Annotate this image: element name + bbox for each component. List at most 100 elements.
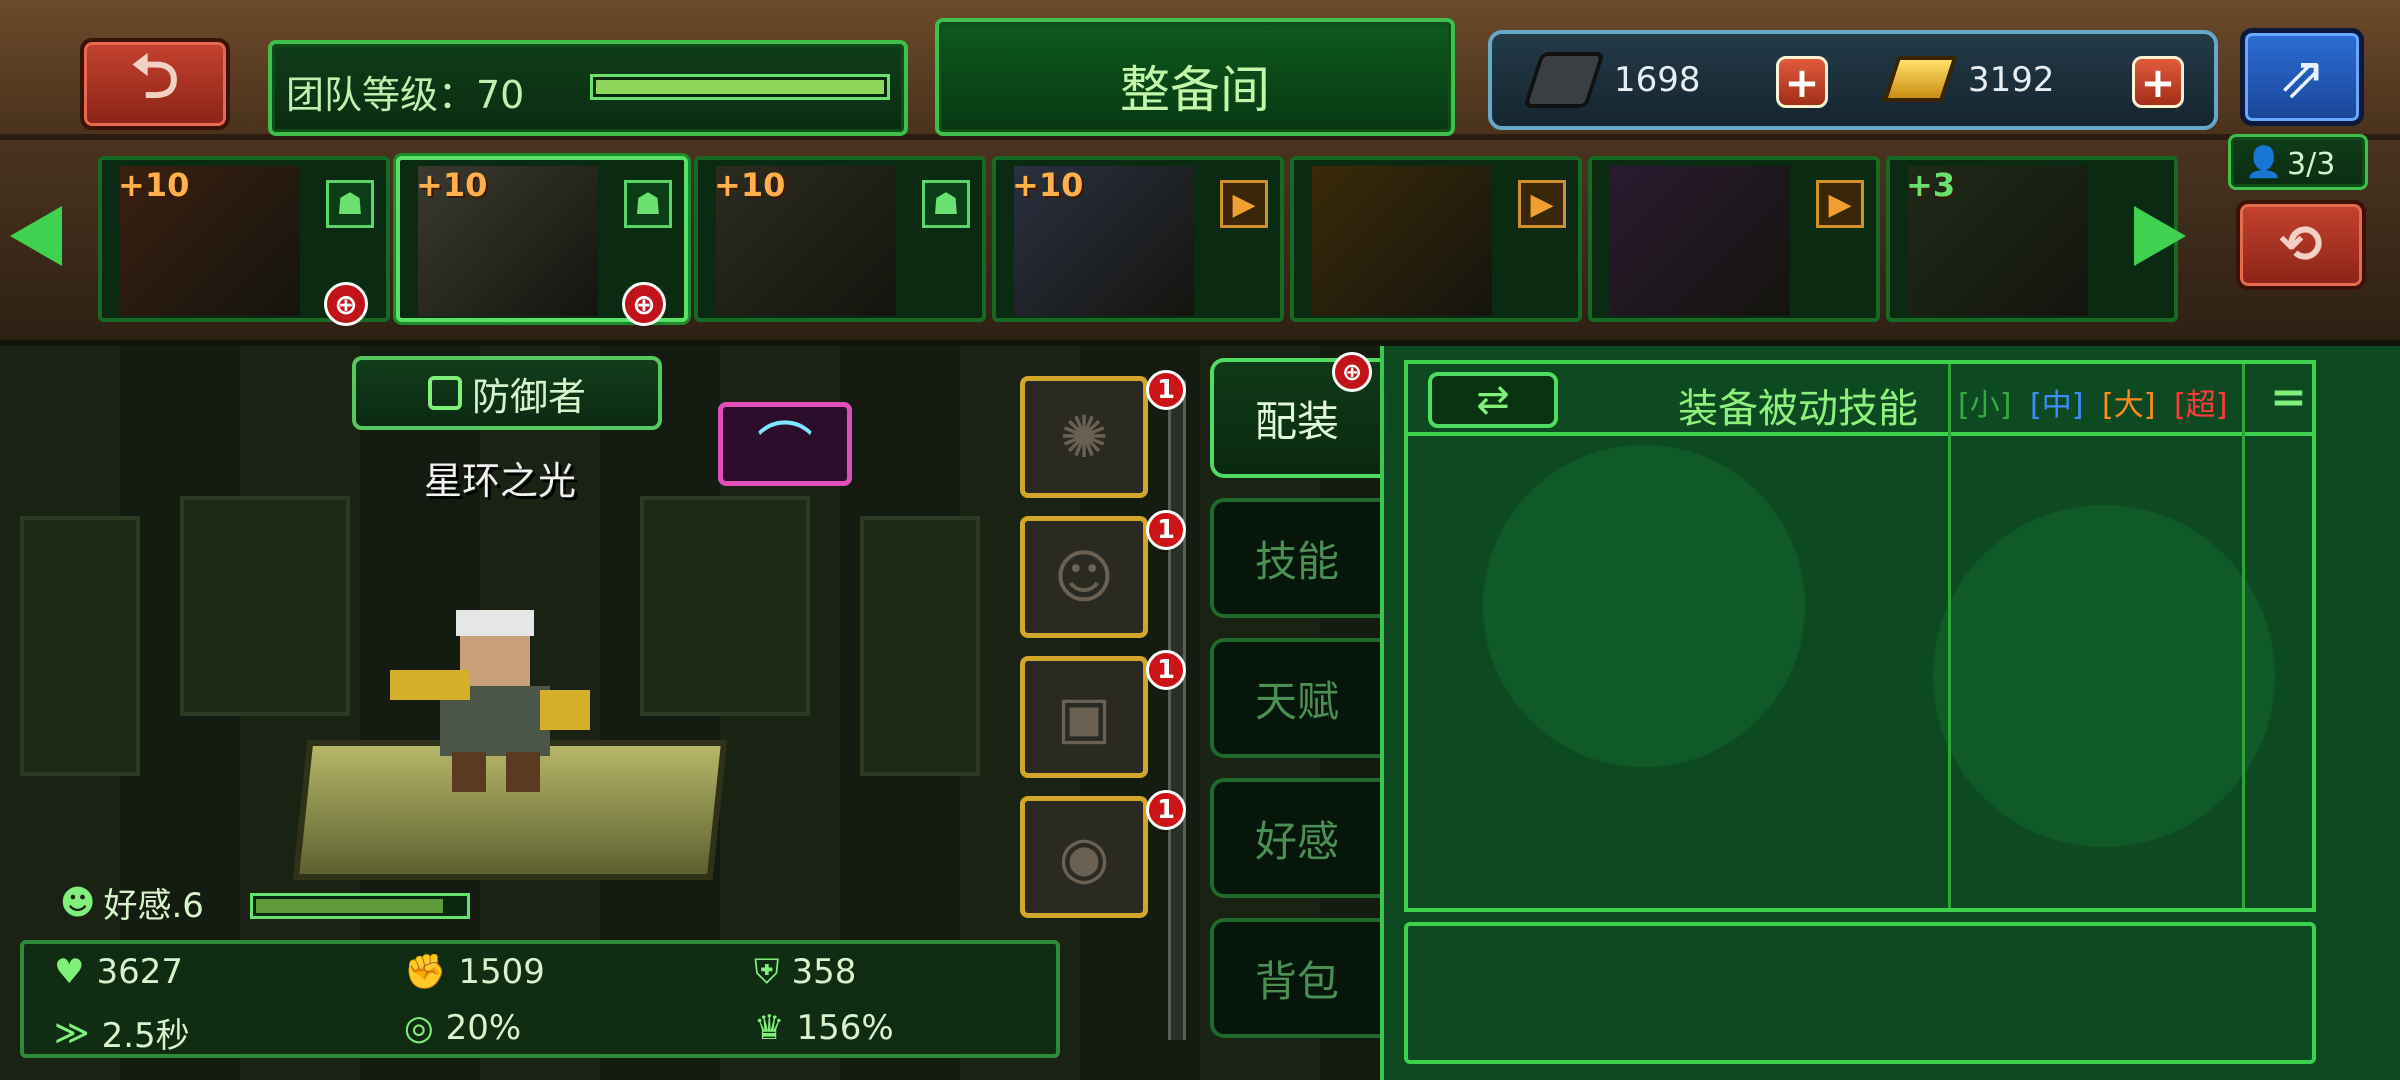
back-arrow-icon: ⮌ (130, 42, 180, 112)
size-super-filter[interactable]: [超] (2174, 380, 2227, 424)
silver-value: 1698 (1614, 60, 1701, 100)
accessory-icon: ◉ (1058, 823, 1110, 891)
stat-value: 2.5秒 (101, 1016, 190, 1056)
currency-panel: 1698 + 3192 + (1488, 30, 2218, 130)
person-icon: ☗ (922, 180, 970, 228)
squad-count: 3/3 (2287, 147, 2336, 182)
deploy-icon: ▶ (1816, 180, 1864, 228)
hero-sprite (390, 610, 590, 792)
share-icon: ⇗ (2277, 43, 2327, 111)
roster-card[interactable]: +10 ▶ (992, 156, 1284, 322)
gear-slot[interactable]: ✺ (1020, 376, 1148, 498)
squad-count-panel: 👤 3/3 (2228, 134, 2368, 190)
share-button[interactable]: ⇗ (2240, 28, 2364, 126)
roster-card[interactable]: ▶ (1290, 156, 1582, 322)
gear-rail (1168, 380, 1186, 1040)
add-gold-button[interactable]: + (2132, 56, 2184, 108)
swap-squad-button[interactable]: ⟲ (2236, 200, 2366, 290)
upgrade-level: +3 (1906, 166, 1956, 204)
alert-mark-icon: ⊕ (324, 282, 368, 326)
team-level-label: 团队等级：70 (286, 73, 525, 117)
stat-value: 20% (445, 1008, 522, 1048)
helmet-icon: ☺ (1053, 543, 1115, 611)
team-level-panel: 团队等级：70 (268, 40, 908, 136)
upgrade-level: +10 (1012, 166, 1084, 204)
tab-1[interactable]: 技能 (1210, 498, 1380, 618)
hero-portrait (1610, 166, 1790, 316)
stat-value: 3627 (96, 952, 184, 992)
roster-left-arrow[interactable] (10, 206, 62, 266)
silver-chip-icon (1522, 52, 1606, 108)
weapon-icon: ✺ (1059, 403, 1109, 471)
roster-card[interactable]: ▶ (1588, 156, 1880, 322)
plus-icon: + (1784, 57, 1820, 107)
gear-slot[interactable]: ☺ (1020, 516, 1148, 638)
stat-crit-damage: ♛ 156% (754, 1008, 894, 1048)
panel-title: 装备被动技能 (1678, 386, 1918, 432)
person-icon: 👤 (2245, 145, 2283, 180)
roster-card[interactable]: +10 ☗ (694, 156, 986, 322)
skill-description-box (1404, 922, 2316, 1064)
game-screen: ⮌ 团队等级：70 整备间 1698 + 3192 + ⇗ +10 ☗ ⊕ +10 ☗ ⊕… (0, 0, 2400, 1080)
stat-crit: ◎ 20% (404, 1008, 521, 1048)
stat-health: ♥ 3627 (54, 952, 183, 992)
screen-title: 整备间 (1120, 61, 1270, 119)
gear-slot[interactable]: ▣ (1020, 656, 1148, 778)
deploy-icon: ▶ (1518, 180, 1566, 228)
gear-slot[interactable]: ◉ (1020, 796, 1148, 918)
shield-icon (427, 376, 462, 410)
team-level-bar-fill (596, 80, 884, 94)
tab-2[interactable]: 天赋 (1210, 638, 1380, 758)
heart-icon: ♥ (54, 952, 85, 992)
outfit-button[interactable]: ⌒ (718, 402, 852, 486)
hero-name: 星环之光 (423, 459, 576, 503)
column-divider (2242, 364, 2245, 908)
hero-roster: +10 ☗ ⊕ +10 ☗ ⊕ +10 ☗ +10 ▶ ▶ ▶ +3 👤 3/3 ⟲ (0, 134, 2400, 340)
stat-value: 1509 (458, 952, 545, 992)
slot-badge: 1 (1146, 370, 1186, 410)
top-bar: ⮌ 团队等级：70 整备间 1698 + 3192 + ⇗ (0, 0, 2400, 140)
person-icon: ☗ (624, 180, 672, 228)
column-divider (1948, 364, 1951, 908)
swap-arrows-icon: ⇄ (1476, 377, 1510, 423)
swap-person-icon: ⟲ (2279, 215, 2323, 275)
size-large-filter[interactable]: [大] (2102, 380, 2155, 424)
size-medium-filter[interactable]: [中] (2030, 380, 2083, 424)
menu-button[interactable]: = (2270, 372, 2307, 423)
person-icon: ☗ (326, 180, 374, 228)
size-small-filter[interactable]: [小] (1958, 380, 2011, 424)
affection-label: 好感.6 (103, 886, 204, 926)
switch-button[interactable]: ⇄ (1428, 372, 1558, 428)
tab-4[interactable]: 背包 (1210, 918, 1380, 1038)
crit-damage-icon: ♛ (754, 1008, 785, 1048)
wall-panel (860, 516, 980, 776)
tab-alert-icon: ⊕ (1332, 352, 1372, 392)
affection-bar (250, 893, 470, 919)
speed-icon: ≫ (54, 1012, 90, 1053)
hanger-icon: ⌒ (757, 416, 813, 482)
slot-badge: 1 (1146, 510, 1186, 550)
slot-badge: 1 (1146, 650, 1186, 690)
hero-portrait (1312, 166, 1492, 316)
gold-value: 3192 (1968, 60, 2055, 100)
stat-speed: ≫ 2.5秒 (54, 1008, 190, 1057)
upgrade-level: +10 (416, 166, 488, 204)
stat-value: 156% (796, 1008, 894, 1048)
title-plate: 整备间 (935, 18, 1455, 136)
passive-skill-grid: ⇄ 装备被动技能 [小] [中] [大] [超] = (1404, 360, 2316, 912)
armor-icon: ▣ (1056, 683, 1112, 751)
back-button[interactable]: ⮌ (80, 38, 230, 130)
stat-attack: ✊ 1509 (404, 952, 545, 992)
wall-panel (20, 516, 140, 776)
role-label: 防御者 (471, 374, 586, 419)
defense-icon: ⛨ (754, 952, 780, 992)
deploy-icon: ▶ (1220, 180, 1268, 228)
stat-value: 358 (791, 952, 857, 992)
wall-panel (640, 496, 810, 716)
stats-panel: ♥ 3627 ✊ 1509 ⛨ 358 ≫ 2.5秒 ◎ 20% ♛ 156% (20, 940, 1060, 1058)
wall-panel (180, 496, 350, 716)
add-silver-button[interactable]: + (1776, 56, 1828, 108)
team-level-bar (590, 74, 890, 100)
roster-right-arrow[interactable] (2134, 206, 2186, 266)
tab-3[interactable]: 好感 (1210, 778, 1380, 898)
